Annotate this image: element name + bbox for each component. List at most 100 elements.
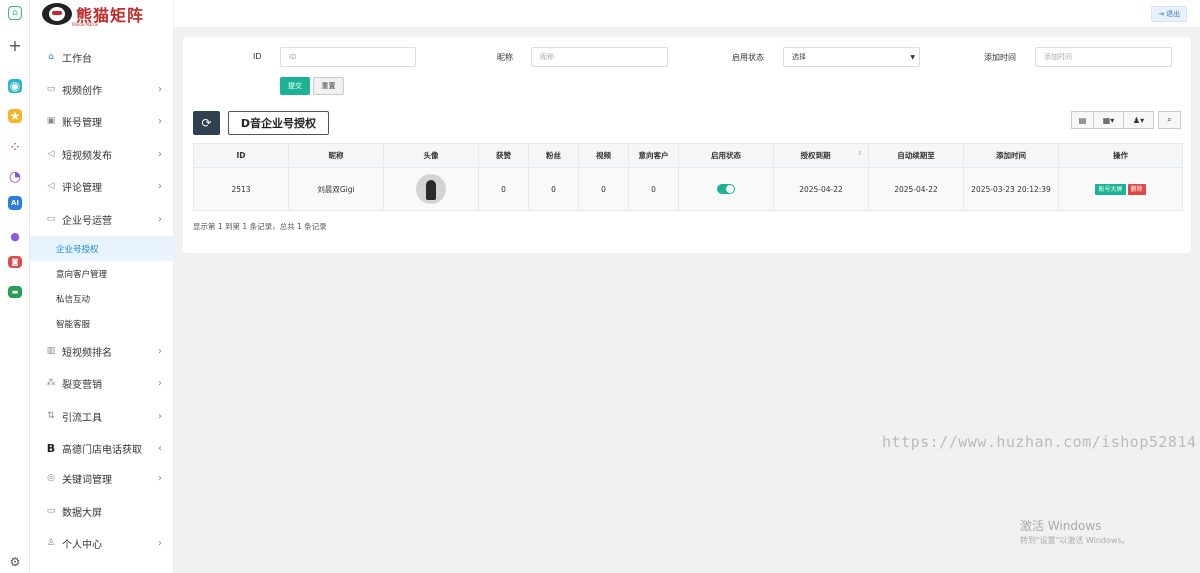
sidebar2-label: 关键词管理 (62, 474, 112, 486)
sidebar2-item-4[interactable]: B 高德门店电话获取 ‹ (30, 434, 174, 462)
table-cell: 0 (578, 167, 629, 211)
comment-icon: ◁ (47, 181, 55, 191)
delete-button[interactable]: 删除 (1127, 183, 1146, 195)
sidebar2-label: 引流工具 (62, 412, 102, 424)
table-header-cell: 意向客户 (628, 143, 679, 168)
user-icon: ♟▾ (1132, 115, 1145, 125)
traffic-icon: ⇅ (47, 411, 55, 421)
table-cell: 0 (528, 167, 579, 211)
refresh-icon: ⟳ (201, 116, 212, 130)
table-header-cell: 视频 (578, 143, 629, 168)
chevron-right-icon: › (158, 537, 162, 549)
table-cell: 0 (628, 167, 679, 211)
app-icon-5[interactable]: ● (6, 227, 24, 245)
sidebar2-item-2[interactable]: ⁂ 裂变营销 › (30, 369, 174, 397)
sidebar-label: 视频创作 (62, 85, 102, 97)
send-icon: ◁ (47, 149, 55, 159)
logout-button[interactable]: ⇥ 退出 (1151, 6, 1187, 22)
filter-nick-input[interactable]: 昵称 (531, 47, 668, 67)
enterprise-icon: ▭ (46, 214, 56, 224)
export-button[interactable]: ▦▾ (1093, 111, 1124, 129)
sidebar-label: 短视频发布 (62, 150, 112, 162)
table-header-cell: 头像 (383, 143, 479, 168)
fission-icon: ⁂ (46, 378, 56, 388)
home-icon: ⌂ (48, 52, 54, 62)
reset-button[interactable]: 重置 (313, 77, 344, 95)
table-header-cell: 自动续期至 (868, 143, 964, 168)
table-cell: 账号大屏 删除 (1058, 167, 1183, 211)
table-cell: 2025-04-22 (773, 167, 869, 211)
filter-id-label: ID (253, 52, 262, 61)
user-filter-button[interactable]: ♟▾ (1123, 111, 1154, 129)
sidebar-label: 企业号运营 (62, 215, 112, 227)
sidebar2-item-7[interactable]: ♙ 个人中心 › (30, 529, 174, 557)
app-icon-3[interactable]: ⁘ (6, 139, 24, 157)
refresh-button[interactable]: ⟳ (193, 111, 220, 135)
sidebar-subitem-4[interactable]: 智能客服 (30, 311, 174, 336)
sidebar2-item-5[interactable]: ◎ 关键词管理 › (30, 464, 174, 492)
table-header-cell: 启用状态 (678, 143, 774, 168)
avatar (416, 174, 446, 204)
enabled-toggle[interactable] (717, 184, 735, 194)
brand-logo: 熊猫矩阵 (30, 0, 173, 28)
app-icon-6[interactable]: ▬ (8, 286, 22, 298)
filter-status-label: 启用状态 (732, 53, 764, 62)
sort-icon[interactable]: ⇕ (857, 150, 862, 157)
chevron-right-icon: › (158, 148, 162, 160)
logout-label: 退出 (1166, 10, 1180, 18)
grid-icon: ▦▾ (1102, 115, 1115, 125)
sidebar-item-4[interactable]: ◁ 短视频发布 › (30, 140, 174, 168)
search-icon: ⌕ (1167, 115, 1172, 124)
table-cell: 0 (478, 167, 529, 211)
app-icon-1[interactable]: ◉ (8, 79, 22, 93)
brand-sub: Panda Matrix (72, 22, 99, 27)
game-icon[interactable]: ◙ (8, 256, 22, 268)
table-cell (383, 167, 479, 211)
sidebar2-item-6[interactable]: ▭ 数据大屏 (30, 497, 174, 525)
ranking-icon: ▥ (46, 346, 56, 356)
sidebar-item-6[interactable]: ▭ 企业号运营 › (30, 205, 174, 233)
add-rail-icon[interactable]: + (6, 36, 24, 55)
columns-toggle-button[interactable]: ▤ (1071, 111, 1094, 129)
chevron-left-icon: ‹ (158, 442, 162, 454)
video-icon: ▭ (46, 84, 56, 94)
table-header-cell[interactable]: 授权到期 ⇕ (773, 143, 869, 168)
chevron-right-icon: › (158, 472, 162, 484)
panda-logo-icon (42, 3, 72, 25)
sidebar-label: 工作台 (62, 53, 92, 65)
filter-status-select[interactable]: 选择 ▼ (783, 47, 920, 67)
app-rail: ⌂ + ◉ ★ ⁘ ◔ AI ● ◙ ▬ ⚙ (0, 0, 30, 573)
sidebar2-item-1[interactable]: ▥ 短视频排名 › (30, 337, 174, 365)
search-button[interactable]: ⌕ (1158, 111, 1181, 129)
watermark: https://www.huzhan.com/ishop52814 (882, 433, 1197, 451)
sidebar2-label: 裂变营销 (62, 379, 102, 391)
sidebar-item-1[interactable]: ⌂ 工作台 (30, 43, 174, 71)
page-title-button[interactable]: D音企业号授权 (228, 111, 329, 135)
app-icon-2[interactable]: ★ (8, 109, 22, 123)
table-cell: 刘晨双Gigi (288, 167, 384, 211)
filter-id-input[interactable]: ID (280, 47, 416, 67)
chevron-right-icon: › (158, 180, 162, 192)
sidebar-item-2[interactable]: ▭ 视频创作 › (30, 75, 174, 103)
filter-time-input[interactable]: 添加时间 (1035, 47, 1172, 67)
submit-button[interactable]: 提交 (280, 77, 310, 95)
app-icon-4[interactable]: ◔ (6, 168, 24, 186)
home-rail-icon[interactable]: ⌂ (8, 6, 22, 20)
settings-icon[interactable]: ⚙ (6, 553, 24, 571)
sidebar-subitem-2[interactable]: 意向客户管理 (30, 261, 174, 286)
dashboard-icon: ▭ (46, 506, 56, 516)
table-header-cell: ID (193, 143, 289, 168)
sidebar-item-3[interactable]: ▣ 账号管理 › (30, 107, 174, 135)
table-cell: 2513 (193, 167, 289, 211)
sidebar-subitem-1[interactable]: 企业号授权 (30, 236, 174, 261)
filter-nick-label: 昵称 (497, 53, 513, 62)
sidebar2-item-3[interactable]: ⇅ 引流工具 › (30, 402, 174, 430)
sidebar-label: 账号管理 (62, 117, 102, 129)
sidebar-label: 评论管理 (62, 182, 102, 194)
sidebar-subitem-3[interactable]: 私信互动 (30, 286, 174, 311)
ai-icon[interactable]: AI (8, 196, 22, 210)
sidebar-item-5[interactable]: ◁ 评论管理 › (30, 172, 174, 200)
chevron-right-icon: › (158, 345, 162, 357)
account-dashboard-button[interactable]: 账号大屏 (1095, 183, 1126, 195)
top-bar: ⇥ 退出 (174, 0, 1200, 28)
